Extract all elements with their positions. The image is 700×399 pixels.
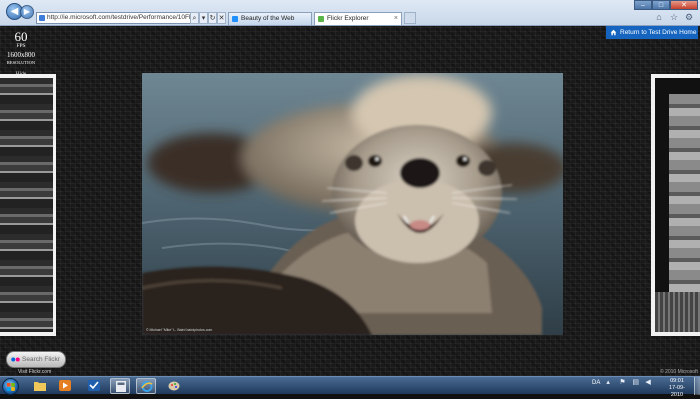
tab-close-icon[interactable]: × (394, 13, 398, 25)
folder-icon (34, 382, 46, 391)
system-tray: DA ▴ ⚑ ▤ ◀ (592, 379, 652, 386)
next-photo-image (655, 78, 700, 332)
browser-chrome: ◀ ▶ http://ie.microsoft.com/testdrive/Pe… (0, 0, 700, 26)
language-indicator[interactable]: DA (592, 380, 600, 386)
close-button[interactable]: ✕ (670, 0, 698, 10)
volume-icon[interactable]: ◀ (645, 379, 652, 386)
taskbar-outlook[interactable] (84, 378, 104, 394)
favorites-icon[interactable]: ☆ (669, 12, 679, 22)
tab-label: Flickr Explorer (327, 15, 369, 22)
return-button-label: Return to Test Drive Home (620, 29, 697, 36)
maximize-button[interactable]: □ (652, 0, 670, 10)
browser-toolbar: ⌂ ☆ ⚙ (654, 12, 694, 22)
flickr-explorer-page: 60 FPS 1600x800 RESOLUTION Hide Return t… (0, 26, 700, 376)
ie-favicon-icon (232, 16, 238, 22)
next-photo[interactable] (651, 74, 700, 336)
tab-beauty-of-the-web[interactable]: Beauty of the Web (228, 12, 312, 25)
taskbar-paint[interactable] (164, 378, 184, 394)
performance-stats: 60 FPS 1600x800 RESOLUTION Hide (4, 30, 38, 78)
show-desktop-button[interactable] (694, 377, 700, 395)
taskbar-calculator[interactable] (110, 378, 130, 394)
search-dropdown-icon[interactable]: ⌕ (190, 12, 199, 24)
paint-icon (168, 381, 180, 391)
return-to-test-drive-button[interactable]: Return to Test Drive Home (606, 26, 698, 39)
home-icon (610, 29, 617, 36)
window-controls: – □ ✕ (634, 0, 698, 10)
media-player-icon (59, 380, 71, 391)
flickr-logo-icon (11, 357, 20, 362)
windows-taskbar: DA ▴ ⚑ ▤ ◀ 09:01 17-09-2010 (0, 376, 700, 398)
fps-value: 60 (14, 29, 28, 44)
action-center-flag-icon[interactable]: ⚑ (619, 379, 626, 386)
home-icon[interactable]: ⌂ (654, 12, 664, 22)
previous-photo[interactable] (0, 74, 56, 336)
tools-icon[interactable]: ⚙ (684, 12, 694, 22)
forward-button[interactable]: ▶ (20, 5, 34, 19)
start-button[interactable] (2, 378, 19, 395)
resolution-label: RESOLUTION (6, 60, 36, 65)
show-hidden-icons-icon[interactable]: ▴ (606, 379, 613, 386)
address-text: http://ie.microsoft.com/testdrive/Perfor… (47, 14, 214, 21)
flickr-search-input[interactable]: Search Flickr (6, 351, 66, 368)
taskbar-clock[interactable]: 09:01 17-09-2010 (664, 378, 690, 399)
resolution-value: 1600x800 (7, 51, 35, 59)
tab-flickr-explorer[interactable]: Flickr Explorer × (314, 12, 402, 25)
network-icon[interactable]: ▤ (632, 379, 639, 386)
previous-photo-image (0, 78, 53, 332)
compat-view-icon[interactable]: ▾ (199, 12, 208, 24)
new-tab-button[interactable] (404, 12, 416, 24)
main-photo[interactable]: © Michael "Mike" L. Baird bairdphotos.co… (142, 73, 563, 335)
clock-date: 17-09-2010 (669, 385, 685, 398)
taskbar-internet-explorer[interactable] (136, 378, 156, 394)
search-placeholder: Search Flickr (22, 356, 60, 363)
copyright-text: © 2010 Microsoft (660, 369, 698, 375)
taskbar-explorer[interactable] (30, 378, 50, 394)
taskbar-media-player[interactable] (55, 378, 75, 394)
windows-logo-icon (7, 383, 15, 391)
internet-explorer-icon (141, 381, 153, 392)
refresh-icon[interactable]: ↻ (208, 12, 217, 24)
flickr-favicon-icon (318, 16, 324, 22)
site-favicon-icon (39, 15, 45, 21)
calculator-icon (116, 381, 126, 392)
minimize-button[interactable]: – (634, 0, 652, 10)
sea-otter-image (142, 73, 563, 335)
stop-icon[interactable]: ✕ (217, 12, 226, 24)
photo-credit: © Michael "Mike" L. Baird bairdphotos.co… (146, 328, 213, 332)
tab-label: Beauty of the Web (241, 15, 295, 22)
checkmark-app-icon (88, 380, 100, 391)
visit-flickr-link[interactable]: Visit Flickr.com (18, 369, 51, 375)
clock-time: 09:01 (670, 378, 684, 384)
fps-label: FPS (16, 43, 26, 49)
